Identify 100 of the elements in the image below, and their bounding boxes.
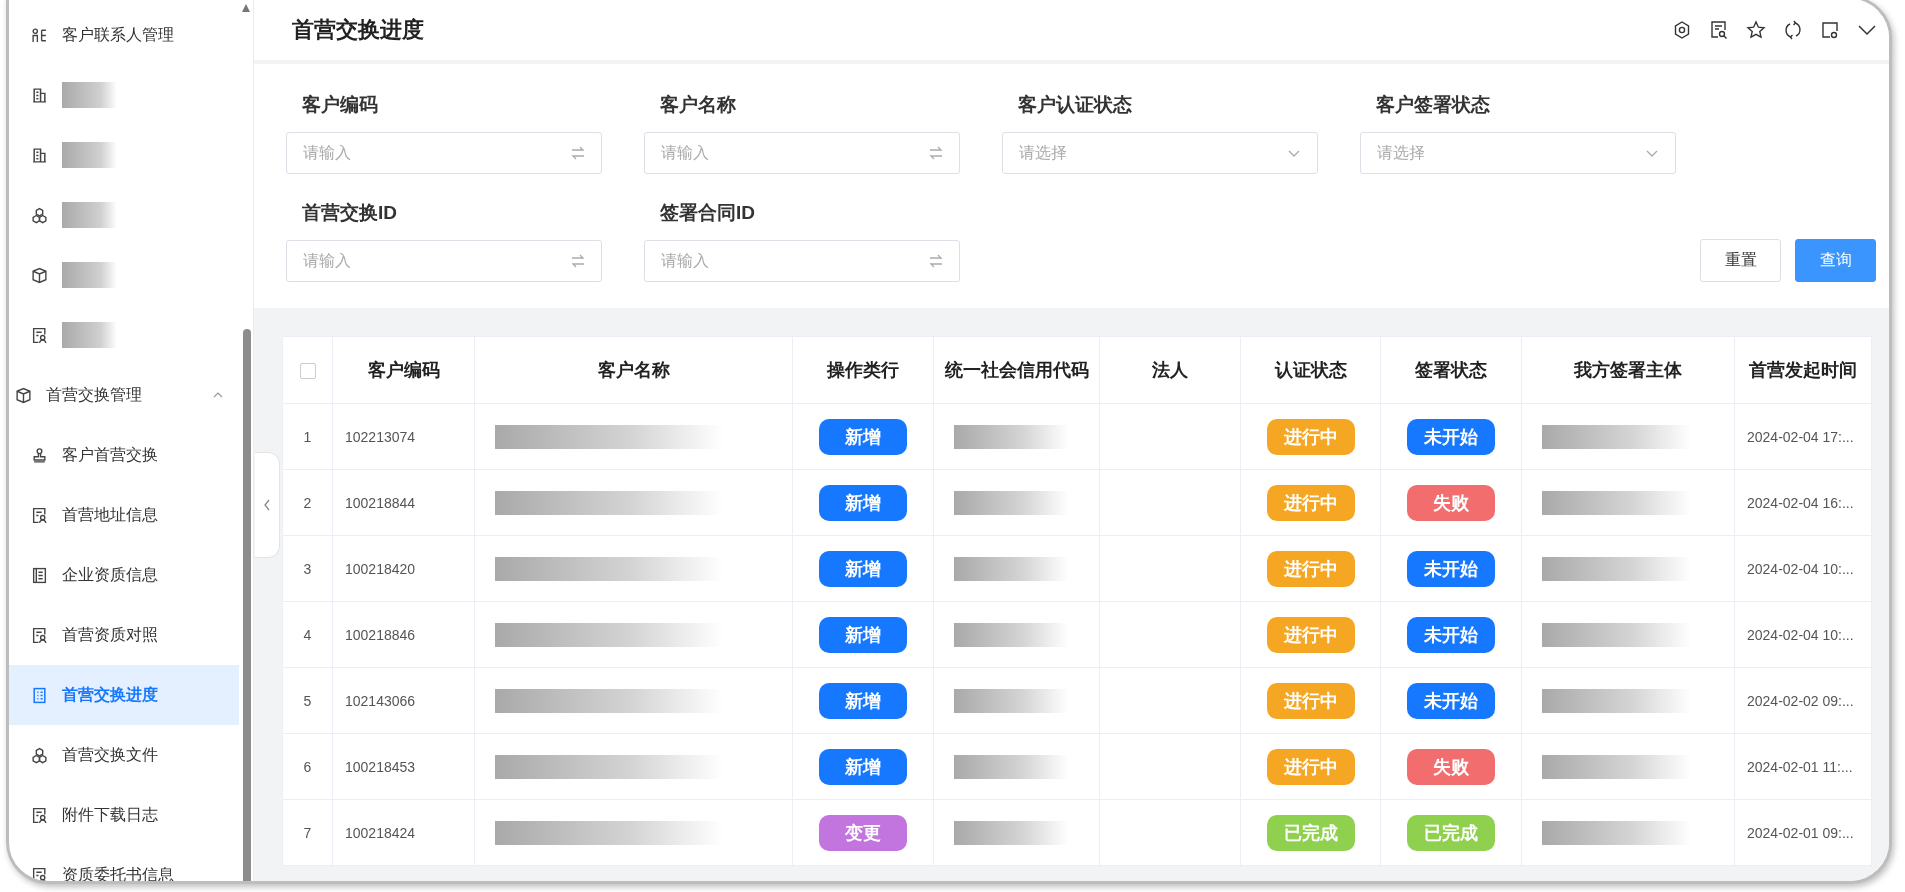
cubes-icon xyxy=(31,206,48,224)
row-number: 3 xyxy=(282,535,333,602)
column-header: 首营发起时间 xyxy=(1734,336,1872,404)
table-cell: 102213074 xyxy=(332,403,475,470)
scrollbar[interactable] xyxy=(243,329,251,881)
sidebar-item[interactable]: 企业资质信息 xyxy=(9,545,199,605)
status-tag: 未开始 xyxy=(1407,418,1495,455)
status-tag: 失败 xyxy=(1407,484,1495,521)
row-number: 2 xyxy=(282,469,333,536)
document-search-icon[interactable] xyxy=(1709,19,1729,40)
operation-tag: 新增 xyxy=(819,682,907,719)
document-user-icon xyxy=(31,866,48,881)
field-label: 客户认证状态 xyxy=(1017,93,1133,117)
status-tag: 进行中 xyxy=(1266,748,1355,785)
table-cell: 2024-02-04 10:... xyxy=(1734,601,1872,668)
status-tag: 已完成 xyxy=(1266,814,1355,851)
column-header: 签署状态 xyxy=(1380,336,1522,404)
column-header: 我方签署主体 xyxy=(1521,336,1735,404)
column-header: 客户编码 xyxy=(332,336,475,404)
column-header: 操作类行 xyxy=(792,336,934,404)
status-tag: 进行中 xyxy=(1266,550,1355,587)
sidebar-group[interactable]: 首营交换管理 xyxy=(9,365,224,425)
table-cell: 100218453 xyxy=(332,733,475,800)
row-number: 4 xyxy=(282,601,333,668)
table-cell: 2024-02-02 09:... xyxy=(1734,667,1872,734)
chevron-left-icon xyxy=(263,499,271,511)
operation-tag: 新增 xyxy=(819,418,907,455)
column-header: 客户名称 xyxy=(474,336,793,404)
field-label: 客户名称 xyxy=(659,93,737,117)
table-cell: 102143066 xyxy=(332,667,475,734)
status-tag: 进行中 xyxy=(1266,682,1355,719)
column-header: 统一社会信用代码 xyxy=(933,336,1100,404)
status-tag: 已完成 xyxy=(1407,814,1495,851)
refresh-icon[interactable] xyxy=(1783,19,1803,40)
swap-icon xyxy=(927,144,945,162)
box-icon xyxy=(15,386,32,404)
redacted-bar xyxy=(62,262,117,288)
building-icon xyxy=(31,146,48,164)
table-cell: 2024-02-01 11:... xyxy=(1734,733,1872,800)
status-tag: 进行中 xyxy=(1266,616,1355,653)
status-tag: 进行中 xyxy=(1266,484,1355,521)
row-number: 7 xyxy=(282,799,333,866)
field-label: 签署合同ID xyxy=(659,201,756,225)
column-header: 法人 xyxy=(1099,336,1241,404)
box-icon xyxy=(31,266,48,284)
document-user-icon xyxy=(31,626,48,644)
document-user-icon xyxy=(31,806,48,824)
sidebar-item[interactable]: 首营交换进度 xyxy=(9,665,239,725)
document-user-icon xyxy=(31,326,48,344)
sidebar-item[interactable]: 客户首营交换 xyxy=(9,425,199,485)
status-tag: 未开始 xyxy=(1407,616,1495,653)
table-cell: 2024-02-04 10:... xyxy=(1734,535,1872,602)
redacted-bar xyxy=(62,322,117,348)
book-icon xyxy=(31,566,48,584)
column-header: 认证状态 xyxy=(1240,336,1381,404)
swap-icon xyxy=(569,252,587,270)
redacted-bar xyxy=(62,142,117,168)
reset-button[interactable]: 重置 xyxy=(1700,239,1781,282)
sidebar-item[interactable]: 附件下载日志 xyxy=(9,785,199,845)
operation-tag: 新增 xyxy=(819,550,907,587)
swap-icon xyxy=(569,144,587,162)
row-number: 6 xyxy=(282,733,333,800)
sidebar-item[interactable]: 首营资质对照 xyxy=(9,605,199,665)
field-label: 客户编码 xyxy=(301,93,379,117)
table-cell: 2024-02-01 09:... xyxy=(1734,799,1872,866)
operation-tag: 变更 xyxy=(819,814,907,851)
operation-tag: 新增 xyxy=(819,484,907,521)
sidebar-item[interactable]: 首营交换文件 xyxy=(9,725,199,785)
table-cell: 100218846 xyxy=(332,601,475,668)
cubes-icon xyxy=(31,746,48,764)
sidebar-item[interactable]: 客户联系人管理 xyxy=(9,5,199,65)
page-title: 首营交换进度 xyxy=(292,15,424,44)
status-tag: 失败 xyxy=(1407,748,1495,785)
table-cell: 100218424 xyxy=(332,799,475,866)
status-tag: 未开始 xyxy=(1407,550,1495,587)
table-cell: 100218420 xyxy=(332,535,475,602)
redacted-bar xyxy=(62,202,117,228)
list-icon xyxy=(31,686,48,704)
operation-tag: 新增 xyxy=(819,748,907,785)
table-cell: 2024-02-04 16:... xyxy=(1734,469,1872,536)
row-number: 5 xyxy=(282,667,333,734)
status-tag: 进行中 xyxy=(1266,418,1355,455)
sidebar-item[interactable]: 首营地址信息 xyxy=(9,485,199,545)
redacted-bar xyxy=(62,82,117,108)
operation-tag: 新增 xyxy=(819,616,907,653)
document-user-icon xyxy=(31,506,48,524)
contacts-icon xyxy=(31,26,48,44)
select-all-checkbox[interactable] xyxy=(299,362,316,379)
stamp-icon xyxy=(31,446,48,464)
swap-icon xyxy=(927,252,945,270)
settings-icon[interactable] xyxy=(1672,19,1692,40)
scroll-up-icon[interactable] xyxy=(241,3,251,13)
window-icon[interactable] xyxy=(1820,19,1840,40)
table-cell: 100218844 xyxy=(332,469,475,536)
building-icon xyxy=(31,86,48,104)
field-label: 首营交换ID xyxy=(301,201,398,225)
field-label: 客户签署状态 xyxy=(1375,93,1491,117)
status-tag: 未开始 xyxy=(1407,682,1495,719)
star-icon[interactable] xyxy=(1746,19,1766,40)
table-cell: 2024-02-04 17:... xyxy=(1734,403,1872,470)
